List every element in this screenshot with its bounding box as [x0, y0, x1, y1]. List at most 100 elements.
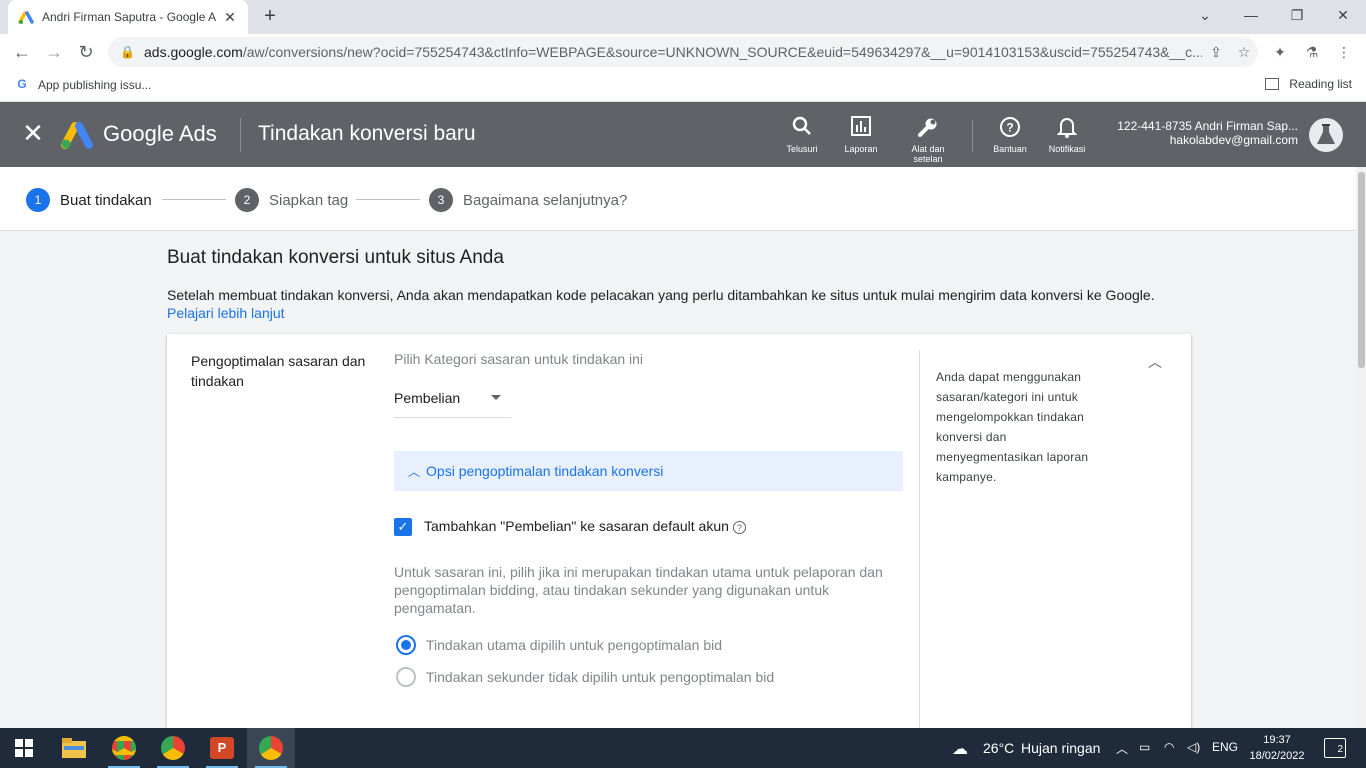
card-divider: [919, 350, 920, 734]
tab-title: Andri Firman Saputra - Google A: [42, 10, 217, 24]
clock-time: 19:37: [1263, 734, 1291, 746]
bar-chart-icon: [831, 116, 891, 140]
learn-more-link[interactable]: Pelajari lebih lanjut: [167, 305, 285, 321]
lock-icon: 🔒: [120, 45, 135, 59]
weather-desc[interactable]: Hujan ringan: [1021, 740, 1100, 756]
window-close-icon[interactable]: ✕: [1320, 0, 1366, 30]
card-label: Pengoptimalan sasaran dan tindakan: [191, 353, 366, 389]
reading-list-icon: [1265, 78, 1280, 90]
step-number: 2: [235, 188, 259, 212]
share-icon[interactable]: ⇪: [1202, 44, 1230, 61]
wifi-icon[interactable]: ◠: [1164, 740, 1174, 754]
reload-icon[interactable]: ↻: [74, 40, 98, 64]
powerpoint-app[interactable]: P: [198, 728, 246, 768]
notification-center-icon[interactable]: 2: [1324, 738, 1346, 758]
url-text: ads.google.com/aw/conversions/new?ocid=7…: [144, 44, 1202, 60]
clock-date: 18/02/2022: [1249, 750, 1305, 762]
menu-icon[interactable]: ⋮: [1332, 40, 1356, 64]
forward-icon[interactable]: →: [42, 40, 66, 64]
step-label: Siapkan tag: [269, 191, 349, 209]
url-path: /aw/conversions/new?ocid=755254743&ctInf…: [242, 44, 1202, 60]
tools-button[interactable]: Alat dan setelan: [898, 116, 958, 164]
new-tab-icon[interactable]: +: [258, 5, 282, 29]
avatar[interactable]: [1309, 118, 1343, 152]
chevron-up-icon: ︿: [408, 464, 421, 479]
chrome-profile-2-app[interactable]: [149, 728, 197, 768]
help-button[interactable]: ? Bantuan: [980, 116, 1040, 154]
powerpoint-icon: P: [210, 737, 234, 759]
step-connector: [356, 199, 420, 200]
tools-label: Alat dan setelan: [911, 144, 945, 164]
notifications-label: Notifikasi: [1048, 144, 1086, 154]
close-icon[interactable]: ✕: [20, 120, 46, 146]
back-icon[interactable]: ←: [10, 40, 34, 64]
help-label: Bantuan: [993, 144, 1027, 154]
tab-search-icon[interactable]: ⌄: [1182, 0, 1228, 30]
clock[interactable]: 19:37 18/02/2022: [1240, 732, 1314, 764]
file-explorer-app[interactable]: [50, 728, 98, 768]
browser-tab[interactable]: Andri Firman Saputra - Google A ✕: [8, 0, 248, 34]
primary-action-radio[interactable]: [396, 635, 416, 655]
help-icon: ?: [980, 116, 1040, 140]
google-g-icon: G: [17, 77, 27, 91]
scrollbar-thumb[interactable]: [1358, 172, 1365, 368]
google-ads-logo-icon: [61, 122, 93, 149]
tray-chevron-up-icon[interactable]: ︿: [1116, 740, 1128, 757]
help-icon[interactable]: ?: [732, 520, 746, 534]
ads-header: ✕ Google Ads Tindakan konversi baru Telu…: [0, 102, 1366, 167]
reports-button[interactable]: Laporan: [831, 116, 891, 154]
secondary-action-radio[interactable]: [396, 667, 416, 687]
step-create-action[interactable]: 1 Buat tindakan: [26, 188, 152, 212]
bell-icon: [1037, 116, 1097, 140]
bookmark-label: App publishing issu...: [38, 78, 152, 92]
google-ads-favicon-icon: [18, 11, 34, 24]
options-toggle-label: Opsi pengoptimalan tindakan konversi: [426, 463, 664, 479]
brand-name: Google Ads: [103, 121, 217, 146]
bookmark-star-icon[interactable]: ☆: [1230, 44, 1258, 61]
restore-icon[interactable]: ❐: [1274, 0, 1320, 30]
chrome-profile-1-app[interactable]: [100, 728, 148, 768]
url-host: ads.google.com: [144, 44, 243, 60]
bookmarks-bar: G App publishing issu... Reading list: [0, 70, 1366, 102]
search-button[interactable]: Telusuri: [772, 116, 832, 154]
search-label: Telusuri: [786, 144, 818, 154]
omnibox[interactable]: 🔒 ads.google.com/aw/conversions/new?ocid…: [108, 37, 1258, 67]
step-setup-tag[interactable]: 2 Siapkan tag: [235, 188, 348, 212]
volume-icon[interactable]: ◁): [1187, 740, 1200, 754]
wrench-icon: [898, 116, 958, 140]
chrome-active-app[interactable]: [247, 728, 295, 768]
weather-temp[interactable]: 26°C: [983, 740, 1014, 756]
step-whats-next[interactable]: 3 Bagaimana selanjutnya?: [429, 188, 627, 212]
section-description: Setelah membuat tindakan konversi, Anda …: [167, 286, 1187, 322]
default-goal-checkbox[interactable]: ✓: [394, 518, 412, 536]
weather-icon[interactable]: ☁: [952, 739, 968, 759]
header-separator: [972, 120, 973, 152]
windows-taskbar: P ☁ 26°C Hujan ringan ︿ ▭ ◠ ◁) ENG 19:37…: [0, 728, 1366, 768]
start-button[interactable]: [0, 728, 48, 768]
svg-text:?: ?: [1006, 121, 1013, 135]
checkbox-label: Tambahkan "Pembelian" ke sasaran default…: [424, 518, 746, 534]
chrome-icon: [161, 736, 185, 760]
description-text: Setelah membuat tindakan konversi, Anda …: [167, 287, 1155, 303]
folder-icon: [62, 738, 86, 758]
dropdown-arrow-icon: [491, 395, 501, 400]
notifications-button[interactable]: Notifikasi: [1037, 116, 1097, 154]
language-indicator[interactable]: ENG: [1212, 740, 1238, 754]
primary-action-label: Tindakan utama dipilih untuk pengoptimal…: [426, 637, 723, 653]
minimize-icon[interactable]: —: [1228, 0, 1274, 30]
battery-icon[interactable]: ▭: [1139, 740, 1150, 754]
account-info[interactable]: 122-441-8735 Andri Firman Sap... hakolab…: [1117, 119, 1298, 147]
category-dropdown[interactable]: Pembelian: [394, 390, 511, 418]
notification-count: 2: [1337, 744, 1343, 755]
lab-extension-icon[interactable]: ⚗: [1300, 40, 1324, 64]
checkbox-label-text: Tambahkan "Pembelian" ke sasaran default…: [424, 518, 729, 534]
category-hint: Pilih Kategori sasaran untuk tindakan in…: [394, 351, 644, 367]
bookmark-item[interactable]: G App publishing issu...: [14, 77, 151, 93]
tab-close-icon[interactable]: ✕: [222, 9, 238, 26]
optimization-options-toggle[interactable]: ︿ Opsi pengoptimalan tindakan konversi: [394, 451, 903, 491]
reading-list-button[interactable]: Reading list: [1265, 77, 1352, 91]
windows-logo-icon: [15, 739, 33, 757]
extensions-icon[interactable]: ✦: [1268, 40, 1292, 64]
collapse-chevron-icon[interactable]: ︿: [1145, 352, 1165, 372]
step-label: Buat tindakan: [60, 191, 152, 209]
